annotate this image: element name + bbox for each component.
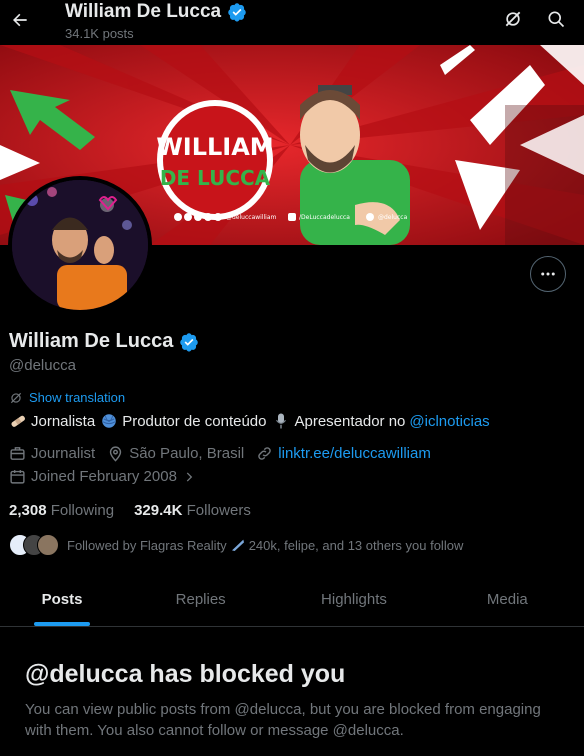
calendar-icon: [10, 470, 25, 484]
profile-name: William De Lucca: [9, 330, 199, 353]
blocked-title: @delucca has blocked you: [25, 660, 346, 688]
bio-mention-link[interactable]: @iclnoticias: [409, 413, 489, 430]
posts-count: 34.1K posts: [65, 26, 134, 41]
followed-by-row[interactable]: Followed by Flagras Reality 240k, felipe…: [9, 531, 463, 559]
verified-badge-icon: [228, 3, 246, 22]
page-title-text: William De Lucca: [65, 1, 222, 22]
banner-social-1: @deluccawilliam: [226, 214, 276, 221]
grok-button[interactable]: [500, 6, 526, 32]
more-icon: [541, 272, 555, 276]
following-count: 2,308: [9, 502, 47, 519]
tab-posts[interactable]: Posts: [0, 573, 124, 626]
follower-avatar: [37, 534, 59, 556]
follow-stats: 2,308 Following 329.4K Followers: [9, 502, 251, 519]
top-bar: William De Lucca 34.1K posts: [0, 0, 584, 45]
location-pin-icon: [110, 446, 122, 462]
following-label: Following: [50, 502, 115, 519]
search-button[interactable]: [543, 6, 569, 32]
profession-item: Journalist: [9, 445, 95, 462]
bandage-emoji-icon: [11, 415, 25, 427]
profile-meta-row: Journalist São Paulo, Brasil linktr.ee/d…: [9, 445, 443, 462]
joined-text: Joined February 2008: [31, 468, 177, 485]
bio-part-2: Produtor de conteúdo: [122, 412, 267, 430]
followed-by-rest: 240k, felipe, and 13 others you follow: [248, 537, 464, 553]
banner-logo: WILLIAM DE LUCCA: [156, 100, 274, 220]
search-icon: [548, 11, 565, 28]
link-icon: [258, 447, 272, 460]
profession-text: Journalist: [31, 445, 96, 462]
following-stat[interactable]: 2,308 Following: [9, 502, 114, 519]
profile-tabs: Posts Replies Highlights Media: [0, 573, 584, 627]
banner-logo-top: WILLIAM: [156, 133, 273, 161]
followers-stat[interactable]: 329.4K Followers: [134, 502, 251, 519]
tab-highlights[interactable]: Highlights: [277, 573, 430, 626]
location-item: São Paulo, Brasil: [107, 445, 244, 462]
followed-by-text: Followed by Flagras Reality: [67, 537, 227, 553]
joined-item[interactable]: Joined February 2008: [9, 468, 196, 485]
show-translation-label: Show translation: [29, 390, 126, 405]
translate-icon: [10, 392, 22, 403]
grok-icon: [505, 11, 521, 27]
website-item: linktr.ee/deluccawilliam: [256, 445, 431, 462]
banner-social-3: @delucca: [378, 214, 408, 221]
diamond-emoji-icon: [231, 539, 244, 551]
banner-logo-bottom: DE LUCCA: [160, 166, 271, 190]
blocked-message: You can view public posts from @delucca,…: [25, 701, 541, 739]
profile-bio: Jornalista Produtor de conteúdo Apresent…: [9, 412, 490, 430]
profile-avatar[interactable]: [8, 176, 152, 314]
bio-part-3: Apresentador no: [294, 412, 406, 430]
profile-handle: @delucca: [9, 357, 76, 374]
website-link[interactable]: linktr.ee/deluccawilliam: [278, 445, 431, 462]
location-text: São Paulo, Brasil: [129, 445, 245, 462]
arrow-left-icon: [13, 13, 27, 27]
joined-row: Joined February 2008: [9, 468, 208, 485]
tab-media[interactable]: Media: [431, 573, 584, 626]
followers-count: 329.4K: [134, 502, 183, 519]
back-button[interactable]: [4, 2, 36, 38]
profile-name-text: William De Lucca: [9, 330, 174, 352]
followers-label: Followers: [186, 502, 251, 519]
page-title: William De Lucca: [65, 0, 247, 24]
chevron-right-icon: [186, 471, 193, 482]
verified-badge-icon[interactable]: [179, 332, 199, 352]
banner-social-2: /DeLuccadelucca: [299, 214, 350, 221]
yarn-emoji-icon: [102, 414, 116, 428]
show-translation-link[interactable]: Show translation: [9, 390, 125, 405]
bio-part-1: Jornalista: [31, 412, 96, 430]
briefcase-icon: [10, 447, 25, 460]
microphone-emoji-icon: [276, 413, 287, 429]
tab-replies[interactable]: Replies: [124, 573, 277, 626]
more-options-button[interactable]: [530, 256, 566, 292]
